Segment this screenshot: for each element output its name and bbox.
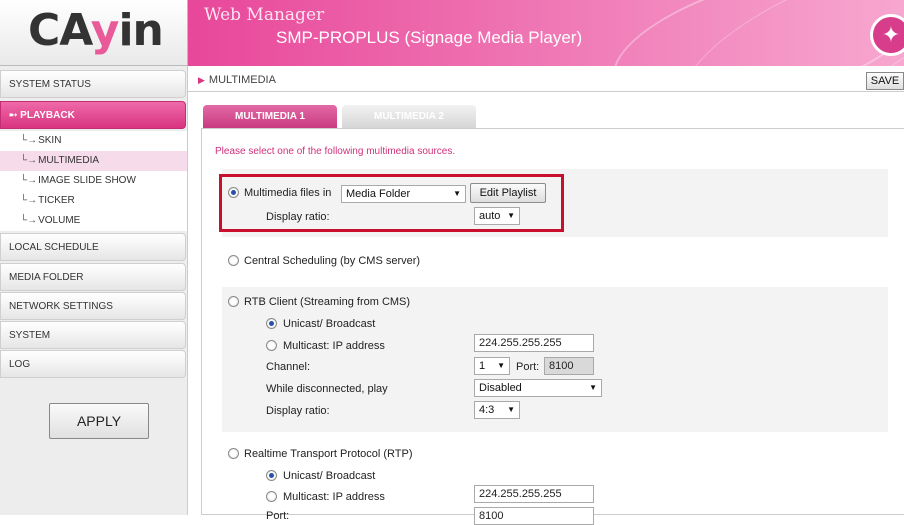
triangle-right-icon: ▶ xyxy=(198,75,205,85)
sub-arrow-icon: └→ xyxy=(20,215,38,226)
radio-rtb-multicast[interactable] xyxy=(266,340,277,351)
sub-arrow-icon: └→ xyxy=(20,155,38,166)
radio-rtp[interactable] xyxy=(228,448,239,459)
media-source-select[interactable]: Media Folder ▼ xyxy=(341,185,466,203)
logo-text: CAyin xyxy=(28,5,164,56)
sidebar-item-media-folder[interactable]: MEDIA FOLDER xyxy=(0,263,186,291)
media-source-value: Media Folder xyxy=(346,188,411,200)
rtb-unicast-label: Unicast/ Broadcast xyxy=(283,318,376,330)
device-name: SMP-PROPLUS (Signage Media Player) xyxy=(276,28,583,47)
sidebar-item-network-settings[interactable]: NETWORK SETTINGS xyxy=(0,292,186,320)
apply-button[interactable]: APPLY xyxy=(49,403,149,439)
header-title: Web Manager xyxy=(204,5,325,25)
dropdown-arrow-icon: ▼ xyxy=(497,361,505,370)
rtb-channel-select[interactable]: 1 ▼ xyxy=(474,357,510,375)
rtb-disconnected-value: Disabled xyxy=(479,382,522,394)
rtp-ip-address-input[interactable]: 224.255.255.255 xyxy=(474,485,594,503)
radio-rtp-unicast[interactable] xyxy=(266,470,277,481)
edit-playlist-button[interactable]: Edit Playlist xyxy=(470,183,546,203)
rtb-port-label: Port: xyxy=(516,361,540,373)
radio-rtp-multicast[interactable] xyxy=(266,491,277,502)
tab-multimedia-2[interactable]: MULTIMEDIA 2 xyxy=(342,105,476,128)
cayin-logo: CAyin xyxy=(0,0,188,66)
rtb-port-input[interactable]: 8100 xyxy=(544,357,594,375)
sub-arrow-icon: └→ xyxy=(20,135,38,146)
rtp-unicast-label: Unicast/ Broadcast xyxy=(283,470,376,482)
display-ratio-value: auto xyxy=(479,210,501,222)
rtp-label: Realtime Transport Protocol (RTP) xyxy=(244,448,413,460)
sidebar-item-log[interactable]: LOG xyxy=(0,350,186,378)
display-ratio-select[interactable]: auto ▼ xyxy=(474,207,520,225)
sidebar-subitem-multimedia[interactable]: └→MULTIMEDIA xyxy=(0,151,187,171)
rtb-ip-address-input[interactable]: 224.255.255.255 xyxy=(474,334,594,352)
tab-multimedia-1[interactable]: MULTIMEDIA 1 xyxy=(203,105,337,128)
sidebar-subitem-ticker[interactable]: └→TICKER xyxy=(0,191,187,211)
breadcrumb-bar: ▶ MULTIMEDIA SAVE xyxy=(188,70,904,92)
radio-multimedia-files[interactable] xyxy=(228,187,239,198)
section-multimedia-files xyxy=(222,169,888,237)
instruction-text: Please select one of the following multi… xyxy=(215,146,456,157)
rtp-port-label: Port: xyxy=(266,510,290,522)
sidebar-subitem-volume[interactable]: └→VOLUME xyxy=(0,211,187,231)
rtb-channel-value: 1 xyxy=(479,360,486,372)
central-scheduling-label: Central Scheduling (by CMS server) xyxy=(244,255,421,267)
radio-central-scheduling[interactable] xyxy=(228,255,239,266)
display-ratio-label: Display ratio: xyxy=(266,211,330,223)
app-header: Web Manager SMP-PROPLUS (Signage Media P… xyxy=(188,0,904,66)
dropdown-arrow-icon: ▼ xyxy=(507,405,515,414)
sub-arrow-icon: └→ xyxy=(20,175,38,186)
sidebar-subitem-image-slide-show[interactable]: └→IMAGE SLIDE SHOW xyxy=(0,171,187,191)
dropdown-arrow-icon: ▼ xyxy=(589,383,597,392)
multimedia-files-label: Multimedia files in xyxy=(244,187,332,199)
save-button[interactable]: SAVE xyxy=(866,72,904,90)
rtp-multicast-label: Multicast: IP address xyxy=(283,491,385,503)
rtb-client-label: RTB Client (Streaming from CMS) xyxy=(244,296,411,308)
sidebar-subitem-skin[interactable]: └→SKIN xyxy=(0,131,187,151)
radio-rtb-client[interactable] xyxy=(228,296,239,307)
rtb-disconnected-label: While disconnected, play xyxy=(266,383,388,395)
radio-rtb-unicast[interactable] xyxy=(266,318,277,329)
sidebar-item-local-schedule[interactable]: LOCAL SCHEDULE xyxy=(0,233,186,261)
chevron-right-icon: ➸ xyxy=(9,110,21,121)
rtb-channel-label: Channel: xyxy=(266,361,311,373)
dropdown-arrow-icon: ▼ xyxy=(507,211,515,220)
wand-icon: ✦ xyxy=(870,14,904,56)
dropdown-arrow-icon: ▼ xyxy=(453,189,461,198)
sidebar-item-system[interactable]: SYSTEM xyxy=(0,321,186,349)
rtb-multicast-label: Multicast: IP address xyxy=(283,340,385,352)
sidebar-item-playback[interactable]: ➸ PLAYBACK xyxy=(0,101,186,129)
rtb-display-ratio-select[interactable]: 4:3 ▼ xyxy=(474,401,520,419)
breadcrumb-label: MULTIMEDIA xyxy=(208,74,276,86)
rtp-port-input[interactable]: 8100 xyxy=(474,507,594,525)
sidebar-item-system-status[interactable]: SYSTEM STATUS xyxy=(0,70,186,98)
rtb-display-ratio-value: 4:3 xyxy=(479,404,495,416)
rtb-display-ratio-label: Display ratio: xyxy=(266,405,330,417)
breadcrumb: ▶ MULTIMEDIA xyxy=(198,74,276,86)
rtb-disconnected-select[interactable]: Disabled ▼ xyxy=(474,379,602,397)
sub-arrow-icon: └→ xyxy=(20,195,38,206)
